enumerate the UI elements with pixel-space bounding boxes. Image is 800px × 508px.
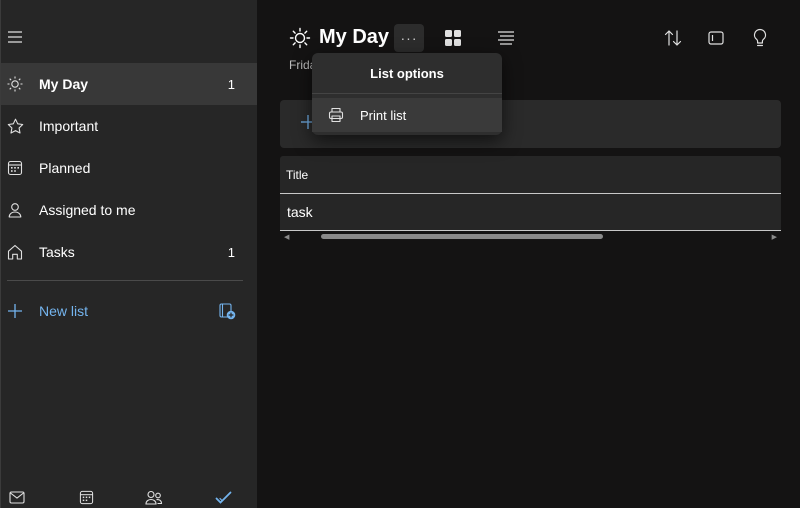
list-options-button[interactable]: ··· [394,24,424,52]
sidebar: My Day 1 Important Planned Assigned to m… [0,0,258,508]
person-icon [6,201,24,219]
people-icon[interactable] [145,488,163,506]
page-title: My Day [319,26,390,48]
new-list-label: New list [39,303,89,319]
printer-icon [328,107,344,123]
sidebar-item-tasks[interactable]: Tasks 1 [1,231,258,273]
home-icon [6,243,24,261]
list-header: My Day [289,26,389,49]
horizontal-scrollbar[interactable]: ◀ ▶ [280,231,781,243]
menu-item-print-list[interactable]: Print list [312,98,502,132]
list-options-menu: List options Print list [312,53,502,135]
todo-checkmark-icon[interactable] [214,488,232,506]
lightbulb-icon[interactable] [750,28,770,48]
sidebar-item-planned[interactable]: Planned [1,147,258,189]
mail-icon[interactable] [8,488,26,506]
sidebar-item-my-day[interactable]: My Day 1 [1,63,258,105]
sidebar-item-label: My Day [39,76,89,92]
sidebar-item-label: Planned [39,160,91,176]
task-table: Title task ◀ ▶ [280,156,781,243]
sun-icon [289,27,311,49]
sidebar-item-label: Important [39,118,99,134]
task-count: 1 [227,244,235,260]
new-group-icon[interactable] [217,301,237,321]
sidebar-item-assigned-to-me[interactable]: Assigned to me [1,189,258,231]
sidebar-divider [7,280,243,281]
scrollbar-thumb[interactable] [321,234,603,239]
menu-title: List options [370,65,444,81]
sidebar-item-label: Assigned to me [39,202,136,218]
menu-divider [312,93,502,94]
scroll-right-arrow-icon[interactable]: ▶ [772,233,777,241]
menu-item-label: Print list [360,107,407,123]
plus-icon [6,302,24,320]
task-count: 1 [227,76,235,92]
calendar-icon [6,159,24,177]
table-row[interactable]: task [280,194,781,231]
column-header-title[interactable]: Title [280,156,781,194]
sort-icon[interactable] [663,28,683,48]
list-view-icon[interactable] [496,28,516,48]
scroll-left-arrow-icon[interactable]: ◀ [284,233,289,241]
calendar-app-icon[interactable] [77,488,95,506]
details-pane-icon[interactable] [706,28,726,48]
hamburger-menu-icon[interactable] [7,30,23,44]
star-icon [6,117,24,135]
grid-view-icon[interactable] [443,28,463,48]
sidebar-item-important[interactable]: Important [1,105,258,147]
sun-icon [6,75,24,93]
app-switcher [1,484,258,508]
sidebar-item-label: Tasks [39,244,75,260]
